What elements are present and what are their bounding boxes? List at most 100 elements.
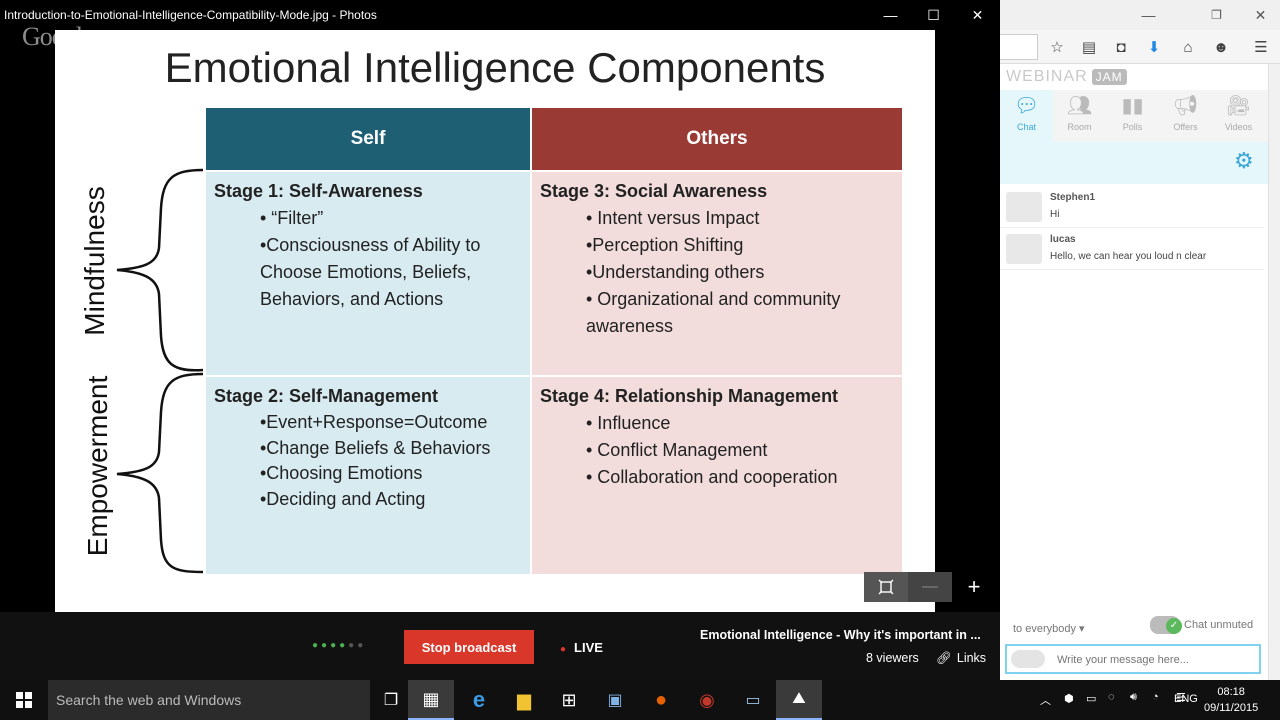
store-icon: ⊞ (561, 689, 577, 710)
chat-scrollbar[interactable] (1268, 64, 1280, 680)
tab-offers[interactable]: 📢︎ Offers (1159, 90, 1212, 142)
taskbar-app-remote[interactable]: ▣ (592, 680, 638, 720)
zoom-in-button[interactable]: + (952, 572, 996, 602)
minimize-button[interactable]: — (868, 0, 913, 30)
edge-icon: e (472, 687, 486, 712)
logo-text: WEBINAR (1006, 68, 1088, 85)
menu-icon[interactable]: ☰ (1250, 36, 1272, 58)
tab-room[interactable]: 👥︎ Room (1053, 90, 1106, 142)
broadcast-title: Emotional Intelligence - Why it's import… (700, 628, 981, 642)
taskbar-app-window[interactable]: ▭ (730, 680, 776, 720)
bookmark-star-icon[interactable]: ☆ (1046, 36, 1068, 58)
browser-close-button[interactable]: ✕ (1238, 0, 1280, 30)
start-button[interactable] (0, 680, 48, 720)
download-icon[interactable]: ⬇ (1143, 36, 1165, 58)
windows-icon (16, 692, 32, 708)
chat-status: Chat unmuted (1150, 616, 1253, 634)
tiles-icon: ▦ (422, 688, 440, 709)
stage1-cell: Stage 1: Self-Awareness • “Filter” •Cons… (206, 172, 530, 375)
stop-broadcast-button[interactable]: Stop broadcast (404, 630, 534, 664)
browser-title-bar: — ❐ ✕ (1000, 0, 1280, 30)
taskbar-app-edge[interactable]: e (456, 680, 502, 720)
tab-label: Room (1067, 122, 1092, 132)
chat-message: lucas Hello, we can hear you loud n clea… (1000, 228, 1264, 270)
taskbar-search[interactable]: Search the web and Windows (48, 680, 370, 720)
stage4-title: Stage 4: Relationship Management (540, 386, 839, 406)
stage4-item: • Influence (586, 413, 671, 433)
taskbar-app-photos[interactable]: ⛰ (776, 680, 822, 720)
home-icon[interactable]: ⌂ (1177, 36, 1199, 58)
live-dot-icon: ● (560, 644, 567, 655)
browser-restore-button[interactable]: ❐ (1194, 0, 1239, 30)
taskbar-app-store[interactable]: ⊞ (546, 680, 592, 720)
reading-list-icon[interactable]: ▤ (1078, 36, 1100, 58)
taskbar-app-start-grid[interactable]: ▦ (408, 680, 454, 720)
taskbar-app-explorer[interactable]: ▆ (501, 680, 547, 720)
slide-image: Emotional Intelligence Components Self O… (55, 30, 935, 612)
taskbar-app-firefox[interactable]: ● (638, 680, 684, 720)
chat-status-label: Chat unmuted (1184, 618, 1254, 631)
avatar (1011, 650, 1045, 668)
fit-screen-button[interactable] (864, 572, 908, 602)
tab-polls[interactable]: ▮▮ Polls (1106, 90, 1159, 142)
task-view-icon: ❐ (383, 692, 399, 709)
chat-message: Stephen1 Hi (1000, 186, 1264, 228)
stage3-item: •Understanding others (586, 262, 765, 282)
maximize-button[interactable]: ☐ (911, 0, 956, 30)
message-text: Hello, we can hear you loud n clear (1050, 251, 1207, 262)
clock-date: 09/11/2015 (1204, 702, 1259, 714)
tab-label: Polls (1122, 122, 1143, 132)
search-placeholder: Search the web and Windows (56, 692, 242, 708)
pocket-icon[interactable]: ◘ (1110, 36, 1132, 58)
url-bar[interactable] (1000, 34, 1038, 60)
tab-videos[interactable]: 🎥︎ Videos (1212, 90, 1265, 142)
slide-title: Emotional Intelligence Components (164, 44, 826, 91)
language-indicator[interactable]: ENG (1174, 693, 1198, 705)
dropbox-icon[interactable]: ⬢ (1064, 692, 1074, 705)
tab-chat[interactable]: 💬︎ Chat (1000, 90, 1053, 142)
close-button[interactable]: ✕ (955, 0, 1000, 30)
clock-time: 08:18 (1217, 686, 1245, 698)
stage3-item: awareness (586, 316, 674, 336)
browser-minimize-button[interactable]: — (1126, 0, 1171, 30)
chat-icon: 💬︎ (1013, 95, 1040, 117)
stage2-item: •Deciding and Acting (260, 488, 426, 509)
stage1-item: Choose Emotions, Beliefs, (260, 262, 472, 282)
zoom-out-button[interactable]: — (908, 572, 952, 602)
gear-icon[interactable]: ⚙ (1234, 148, 1254, 174)
logo-badge: JAM (1091, 69, 1127, 85)
tab-label: Videos (1224, 122, 1253, 132)
folder-icon: ▆ (517, 689, 531, 710)
stage1-item: Behaviors, and Actions (260, 289, 444, 309)
stage1-title: Stage 1: Self-Awareness (214, 181, 423, 201)
viewer-count: 8 viewers (866, 651, 919, 665)
window-title: Introduction-to-Emotional-Intelligence-C… (4, 8, 377, 22)
hello-icon[interactable]: ☻ (1210, 36, 1232, 58)
wifi-icon[interactable]: ◔ (1152, 691, 1159, 703)
clock[interactable]: 08:18 09/11/2015 (1204, 684, 1258, 716)
row-braces (116, 168, 204, 574)
taskbar-app-red[interactable]: ◉ (684, 680, 730, 720)
message-input[interactable] (1057, 651, 1253, 669)
network-icon[interactable]: ◌ (1108, 691, 1115, 703)
window-icon: ▭ (745, 692, 761, 709)
stage3-title: Stage 3: Social Awareness (540, 181, 768, 201)
others-header: Others (532, 108, 902, 170)
fit-icon (878, 579, 894, 595)
volume-icon[interactable]: 🔊︎ (1130, 691, 1137, 704)
stage2-item: •Event+Response=Outcome (260, 412, 488, 432)
avatar (1006, 234, 1042, 264)
recipient-select[interactable]: to everybody ▾ (1013, 622, 1085, 635)
chat-unmuted-icon (1150, 616, 1182, 634)
videos-icon: 🎥︎ (1225, 95, 1252, 117)
recipient-value: to everybody (1013, 623, 1076, 635)
room-icon: 👥︎ (1066, 95, 1093, 117)
links-button[interactable]: 🔗︎ Links (936, 651, 986, 666)
signal-dots: ●●●●●● (312, 640, 367, 651)
message-text: Hi (1050, 209, 1060, 220)
battery-icon[interactable]: ▭ (1086, 692, 1096, 705)
message-author: lucas (1050, 234, 1076, 245)
tab-label: Chat (1016, 122, 1036, 132)
webinarjam-logo: WEBINAR JAM (1006, 68, 1127, 86)
chevron-up-icon[interactable]: ︿ (1040, 692, 1051, 708)
